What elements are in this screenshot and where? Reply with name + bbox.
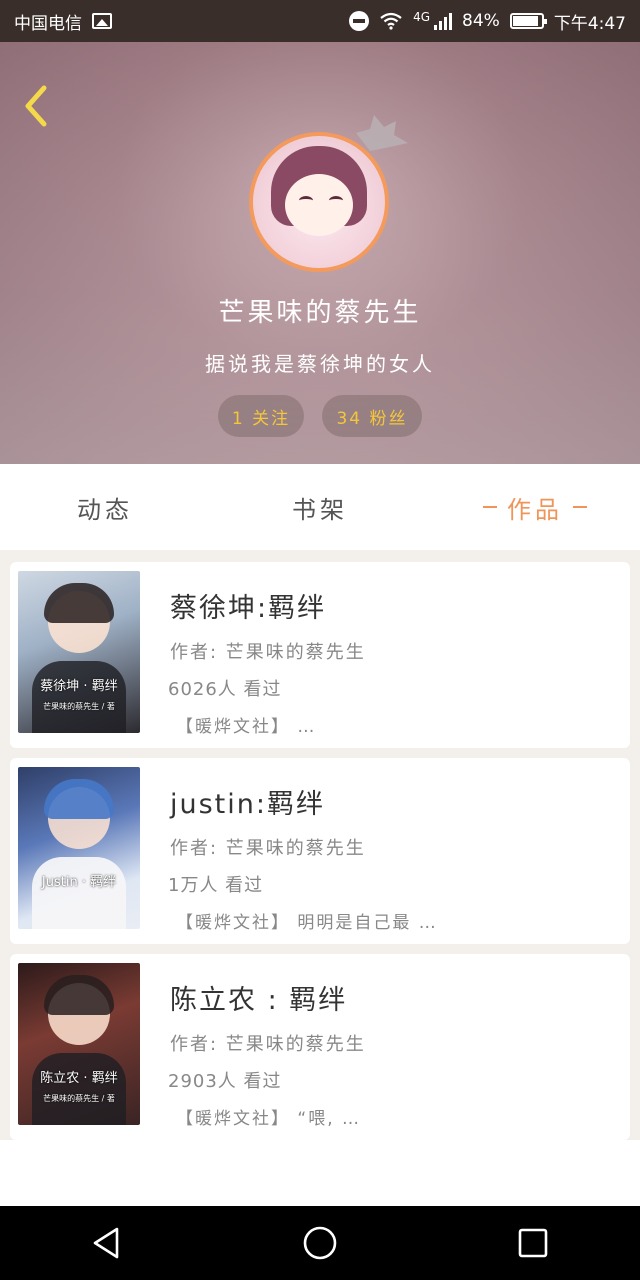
cover-figure-body: [32, 661, 126, 733]
tab-active-indicator: [573, 506, 587, 508]
work-title: 蔡徐坤:羁绊: [170, 593, 327, 624]
status-right: 4G 84% 下午4:47: [349, 9, 626, 34]
cover-title: 陈立农 · 羁绊: [40, 1071, 118, 1086]
tab-active-indicator: [483, 506, 497, 508]
cover-subtitle: 芒果味的蔡先生 / 著: [43, 702, 115, 711]
work-views: 1万人 看过: [168, 875, 264, 896]
work-views: 6026人 看过: [168, 679, 282, 700]
cover-title: Justin · 羁绊: [41, 875, 117, 890]
work-card[interactable]: Justin · 羁绊 justin:羁绊 作者: 芒果味的蔡先生 1万人 看过…: [10, 758, 630, 944]
work-cover[interactable]: 陈立农 · 羁绊 芒果味的蔡先生 / 著: [18, 963, 140, 1125]
avatar-face: [285, 174, 353, 236]
avatar-eye: [329, 196, 343, 205]
back-button[interactable]: [18, 82, 54, 130]
status-left: 中国电信: [14, 9, 112, 34]
tab-feed[interactable]: 动态: [40, 464, 170, 550]
cover-figure-body: [32, 857, 126, 929]
list-bottom-spacer: [0, 1140, 640, 1206]
work-author: 作者: 芒果味的蔡先生: [170, 838, 366, 859]
work-author: 作者: 芒果味的蔡先生: [170, 642, 366, 663]
work-cover[interactable]: 蔡徐坤 · 羁绊 芒果味的蔡先生 / 著: [18, 571, 140, 733]
work-views: 2903人 看过: [168, 1071, 282, 1092]
do-not-disturb-icon: [349, 11, 370, 31]
cover-figure-hair: [44, 975, 114, 1015]
cover-figure-hair: [44, 779, 114, 819]
cover-figure-body: [32, 1053, 126, 1125]
nav-home-button[interactable]: [290, 1213, 350, 1273]
work-excerpt: 【暖烨文社】 …: [176, 717, 317, 737]
work-author: 作者: 芒果味的蔡先生: [170, 1034, 366, 1055]
tab-works[interactable]: 作品: [470, 464, 600, 550]
clock-time: 下午4:47: [553, 13, 626, 34]
work-cover[interactable]: Justin · 羁绊: [18, 767, 140, 929]
image-notification-icon: [92, 13, 112, 29]
carrier-label: 中国电信: [14, 13, 82, 34]
following-count-button[interactable]: 1 关注: [218, 395, 304, 437]
avatar-eye: [299, 196, 313, 205]
work-card[interactable]: 陈立农 · 羁绊 芒果味的蔡先生 / 著 陈立农 : 羁绊 作者: 芒果味的蔡先…: [10, 954, 630, 1140]
cover-title: 蔡徐坤 · 羁绊: [40, 679, 118, 694]
battery-icon: [509, 13, 547, 29]
username: 芒果味的蔡先生: [218, 298, 422, 328]
work-excerpt: 【暖烨文社】 “喂, …: [176, 1109, 362, 1129]
cover-subtitle: 芒果味的蔡先生 / 著: [43, 1094, 115, 1103]
bio: 据说我是蔡徐坤的女人: [205, 352, 435, 376]
tab-bar: 动态 书架 作品: [0, 464, 640, 550]
fans-count-button[interactable]: 34 粉丝: [322, 395, 422, 437]
nav-recent-apps-button[interactable]: [503, 1213, 563, 1273]
work-title: 陈立农 : 羁绊: [170, 985, 348, 1016]
tab-bookshelf[interactable]: 书架: [255, 464, 385, 550]
network-type-label: 4G: [413, 9, 431, 24]
tab-works-label: 作品: [507, 495, 563, 524]
avatar[interactable]: [249, 132, 389, 272]
wifi-icon: [380, 12, 402, 30]
nav-back-button[interactable]: [77, 1213, 137, 1273]
work-title: justin:羁绊: [170, 789, 325, 820]
system-nav-bar: [0, 1206, 640, 1280]
battery-percent: 84%: [462, 11, 500, 31]
work-card[interactable]: 蔡徐坤 · 羁绊 芒果味的蔡先生 / 著 蔡徐坤:羁绊 作者: 芒果味的蔡先生 …: [10, 562, 630, 748]
cover-figure-hair: [44, 583, 114, 623]
signal-icon: [434, 12, 453, 30]
work-excerpt: 【暖烨文社】 明明是自己最 …: [176, 913, 438, 933]
status-bar: 中国电信 4G 84% 下午4:47: [0, 0, 640, 42]
profile-header: 芒果味的蔡先生 据说我是蔡徐坤的女人 1 关注 34 粉丝: [0, 42, 640, 464]
